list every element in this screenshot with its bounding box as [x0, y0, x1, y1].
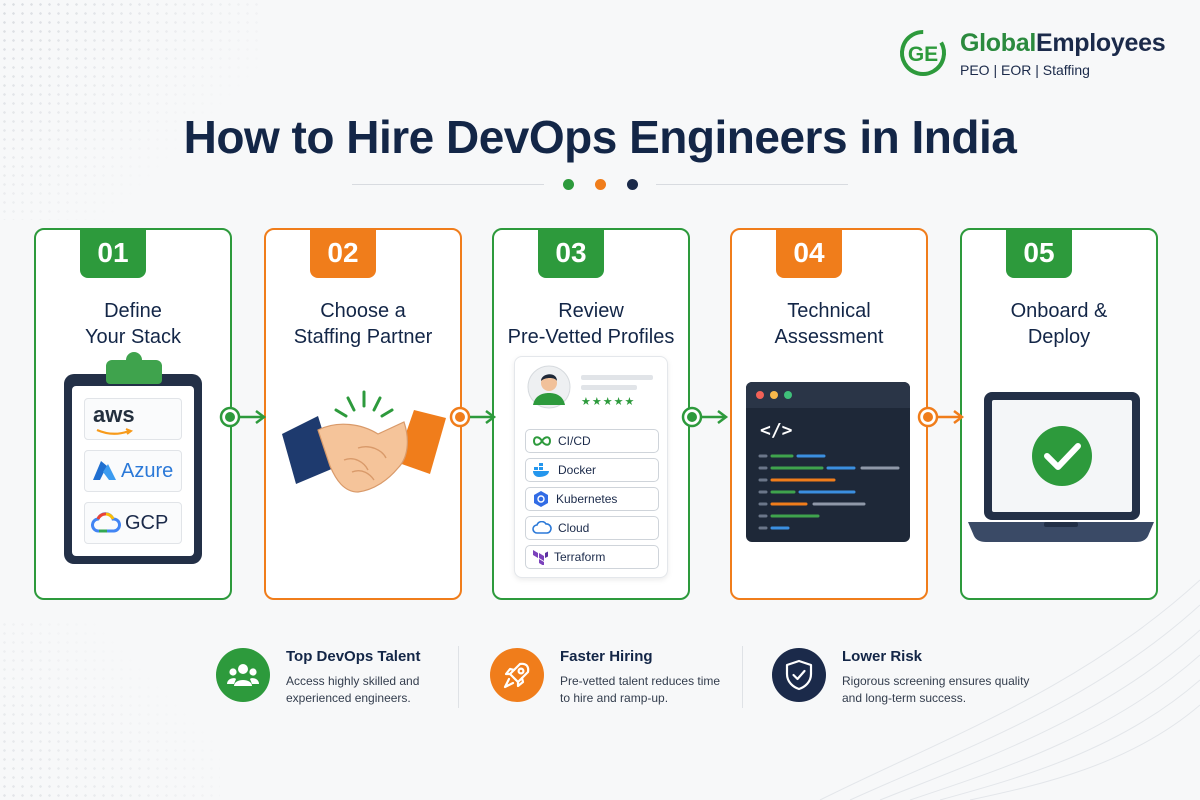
- benefit-faster-hiring: Faster Hiring Pre-vetted talent reduces …: [490, 648, 730, 707]
- terraform-icon: [533, 550, 548, 565]
- connector-arrow-3: [681, 406, 729, 428]
- title-divider-right: [656, 184, 848, 185]
- clipboard-illustration: aws Azure GCP: [64, 352, 202, 564]
- rating-stars: ★★★★★: [581, 396, 636, 408]
- connector-arrow-1: [219, 406, 267, 428]
- profile-text-line: [581, 375, 653, 380]
- skill-label: Cloud: [558, 521, 590, 535]
- step-card-4: 04 Technical Assessment </>: [730, 228, 928, 600]
- people-icon: [216, 648, 270, 702]
- brand-logo[interactable]: GE GlobalEmployees PEO | EOR | Staffing: [898, 28, 1166, 78]
- connector-arrow-2: [449, 406, 497, 428]
- skill-kubernetes: Kubernetes: [525, 487, 659, 511]
- benefit-description: Access highly skilled and experienced en…: [286, 674, 420, 705]
- azure-label: Azure: [121, 459, 174, 482]
- aws-logo-text: aws: [93, 402, 135, 427]
- clipboard-clip: [106, 352, 162, 384]
- step-number: 01: [80, 228, 146, 278]
- clipboard-paper: aws Azure GCP: [72, 386, 194, 556]
- benefit-title: Faster Hiring: [560, 648, 653, 665]
- azure-icon: [93, 461, 116, 480]
- step-card-3: 03 Review Pre-Vetted Profiles ★★★★★ CI/C…: [492, 228, 690, 600]
- divider-dot-navy: [627, 179, 638, 190]
- skill-label: Kubernetes: [556, 492, 618, 506]
- benefit-lower-risk: Lower Risk Rigorous screening ensures qu…: [772, 648, 1032, 707]
- profile-text-line: [581, 385, 637, 390]
- step-title: Review Pre-Vetted Profiles: [494, 298, 688, 350]
- skill-terraform: Terraform: [525, 545, 659, 569]
- code-symbol: </>: [760, 420, 793, 441]
- handshake-icon: [282, 390, 446, 493]
- step-title: Technical Assessment: [732, 298, 926, 350]
- candidate-profile-card: ★★★★★ CI/CD Docker Kubernetes Cloud Terr…: [514, 356, 668, 578]
- step-title-line2: Assessment: [774, 326, 884, 348]
- gcp-cloud-icon: [91, 512, 121, 533]
- window-maximize-dot: [784, 391, 792, 399]
- skill-docker: Docker: [525, 458, 659, 482]
- step-number: 02: [310, 228, 376, 278]
- divider-dot-orange: [595, 179, 606, 190]
- skill-label: CI/CD: [558, 434, 591, 448]
- benefit-divider: [458, 646, 459, 708]
- divider-dot-green: [563, 179, 574, 190]
- step-title-line2: Your Stack: [85, 326, 181, 348]
- code-editor-illustration: </>: [746, 382, 910, 542]
- rocket-icon: [490, 648, 544, 702]
- step-title: Choose a Staffing Partner: [266, 298, 460, 350]
- step-title-line1: Review: [558, 300, 624, 322]
- step-title-line1: Onboard &: [1010, 300, 1108, 322]
- avatar: [527, 365, 571, 409]
- skill-cloud: Cloud: [525, 516, 659, 540]
- step-title-line1: Choose a: [320, 300, 406, 322]
- skill-label: Docker: [558, 463, 597, 477]
- title-divider-left: [352, 184, 544, 185]
- step-card-5: 05 Onboard & Deploy: [960, 228, 1158, 600]
- brand-name-part2: Employees: [1035, 28, 1166, 57]
- benefit-title: Top DevOps Talent: [286, 648, 421, 665]
- cloud-option-aws: aws: [84, 398, 182, 440]
- step-card-1: 01 Define Your Stack aws Azure GCP: [34, 228, 232, 600]
- step-title-line1: Technical: [787, 300, 871, 322]
- laptop-checkmark-icon: [968, 392, 1154, 542]
- brand-name: GlobalEmployees: [960, 28, 1166, 58]
- brand-name-part1: Global: [960, 28, 1036, 57]
- step-title: Onboard & Deploy: [962, 298, 1156, 350]
- docker-icon: [533, 463, 549, 477]
- logo-monogram: GE: [908, 43, 938, 66]
- step-title-line1: Define: [104, 300, 162, 322]
- gcp-label: GCP: [125, 511, 169, 534]
- shield-check-icon: [772, 648, 826, 702]
- step-number: 04: [776, 228, 842, 278]
- window-minimize-dot: [770, 391, 778, 399]
- step-title: Define Your Stack: [36, 298, 230, 350]
- window-close-dot: [756, 391, 764, 399]
- benefit-title: Lower Risk: [842, 648, 923, 665]
- skill-cicd: CI/CD: [525, 429, 659, 453]
- step-number: 05: [1006, 228, 1072, 278]
- step-title-line2: Pre-Vetted Profiles: [507, 326, 675, 348]
- step-title-line2: Deploy: [1027, 326, 1091, 348]
- background-dot-pattern: [0, 620, 220, 800]
- benefit-top-talent: Top DevOps Talent Access highly skilled …: [216, 648, 426, 707]
- kubernetes-icon: [534, 491, 548, 507]
- infinity-icon: [532, 436, 552, 446]
- brand-tagline: PEO | EOR | Staffing: [960, 61, 1090, 78]
- benefit-description: Rigorous screening ensures quality and l…: [842, 674, 1030, 705]
- cloud-icon: [532, 521, 552, 534]
- step-title-line2: Staffing Partner: [293, 326, 433, 348]
- benefit-divider: [742, 646, 743, 708]
- page-title: How to Hire DevOps Engineers in India: [183, 111, 1017, 163]
- step-number: 03: [538, 228, 604, 278]
- window-titlebar: [746, 382, 910, 408]
- connector-arrow-4: [917, 406, 965, 428]
- benefit-description: Pre-vetted talent reduces time to hire a…: [560, 674, 721, 705]
- cloud-option-gcp: GCP: [84, 502, 182, 544]
- skill-label: Terraform: [554, 550, 606, 564]
- aws-smile-icon: [96, 428, 134, 435]
- step-card-2: 02 Choose a Staffing Partner: [264, 228, 462, 600]
- code-lines: [758, 454, 900, 530]
- cloud-option-azure: Azure: [84, 450, 182, 492]
- ge-logo-icon: GE: [900, 30, 946, 76]
